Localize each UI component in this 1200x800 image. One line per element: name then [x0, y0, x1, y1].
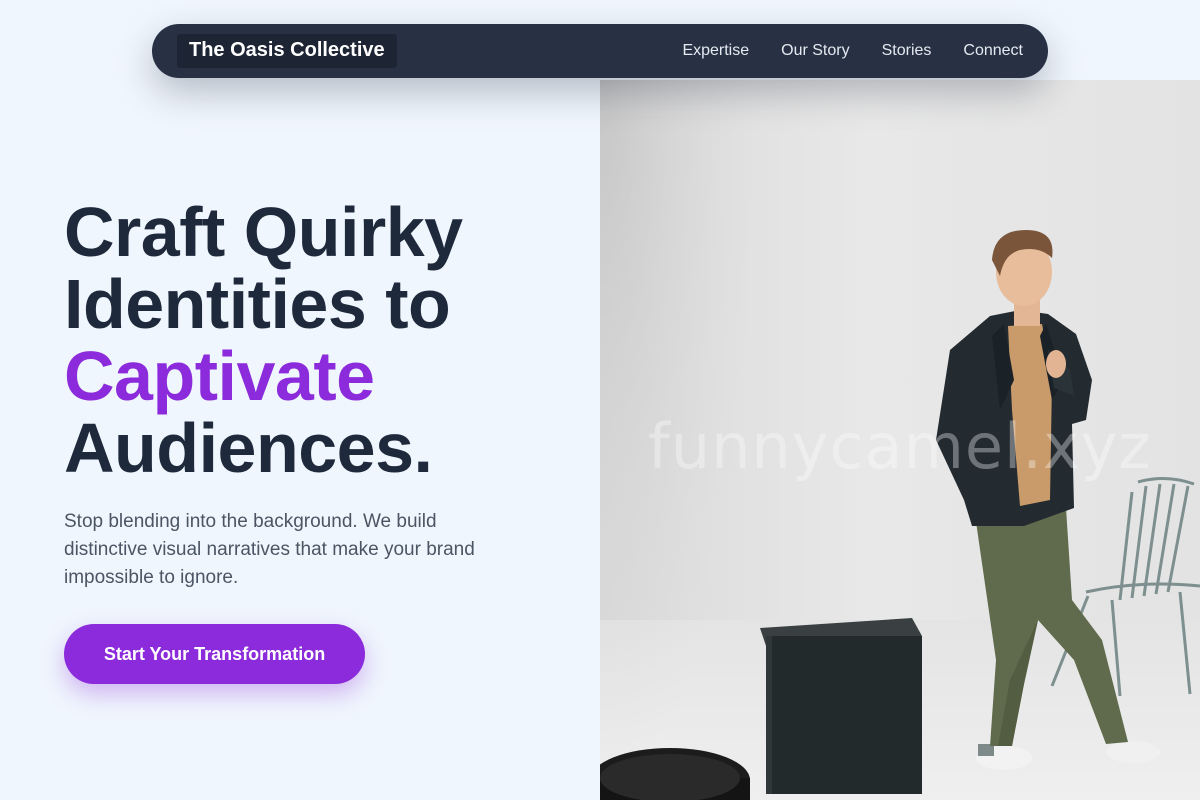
brand-logo[interactable]: The Oasis Collective [177, 34, 397, 68]
watermark: funnycamel.xyz [648, 410, 1152, 483]
hero-subtitle: Stop blending into the background. We bu… [64, 511, 475, 588]
hero-title-line: Craft Quirky [64, 193, 463, 271]
navbar: The Oasis Collective Expertise Our Story… [152, 24, 1048, 78]
nav-link-connect[interactable]: Connect [963, 42, 1023, 60]
nav-link-our-story[interactable]: Our Story [781, 42, 849, 60]
nav-link-expertise[interactable]: Expertise [682, 42, 749, 60]
hero-title: Craft Quirky Identities to Captivate Aud… [64, 196, 584, 484]
start-transformation-button[interactable]: Start Your Transformation [64, 624, 365, 684]
hero-image: funnycamel.xyz [600, 80, 1200, 800]
hero-title-accent: Captivate [64, 337, 375, 415]
hero-title-line: Identities to [64, 265, 451, 343]
hero-title-line: Audiences. [64, 409, 433, 487]
nav-links: Expertise Our Story Stories Connect [682, 42, 1023, 60]
nav-link-stories[interactable]: Stories [882, 42, 932, 60]
